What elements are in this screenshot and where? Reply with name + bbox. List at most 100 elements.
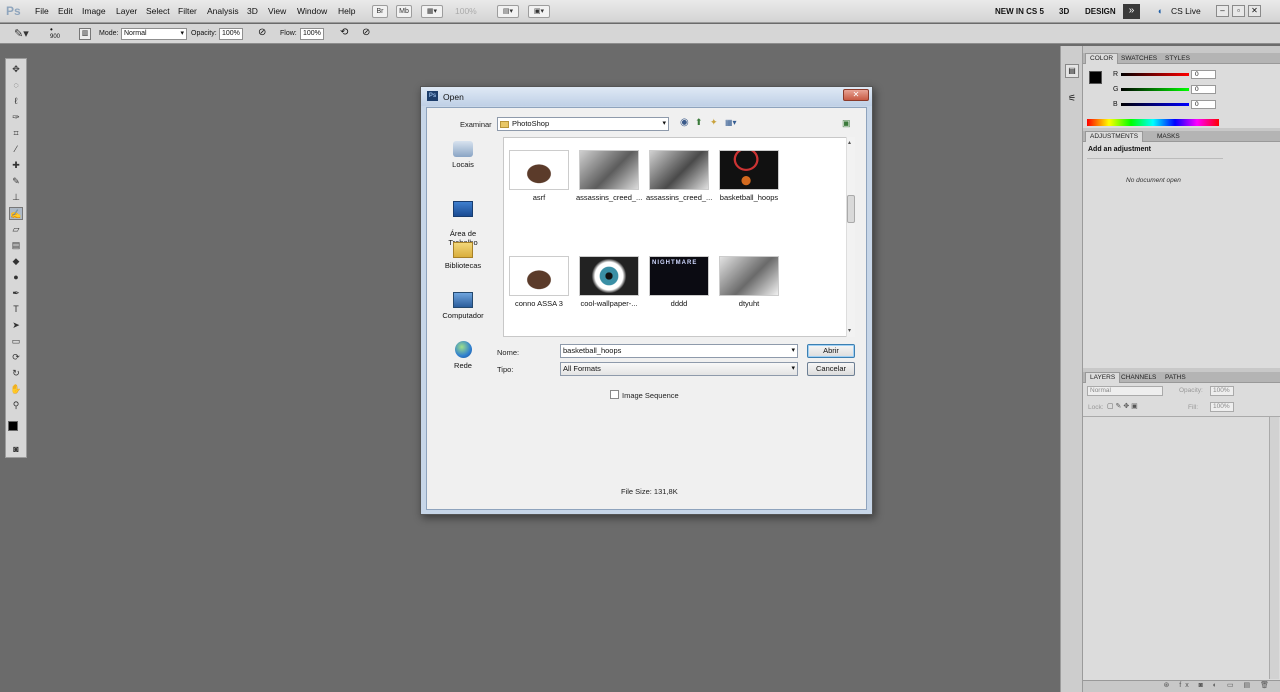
cancel-button[interactable]: Cancelar <box>807 362 855 376</box>
pressure-opacity-icon[interactable]: ⊘ <box>258 27 266 38</box>
place-network[interactable]: Rede <box>437 341 489 370</box>
healing-brush-tool-icon[interactable]: ✚ <box>9 159 23 172</box>
airbrush-icon[interactable]: ⟲ <box>340 27 348 38</box>
cs-live-menu[interactable]: CS Live <box>1171 6 1201 16</box>
place-computer[interactable]: Computador <box>437 292 489 320</box>
flow-input[interactable]: 100% <box>300 28 324 40</box>
restore-button[interactable]: ▫ <box>1232 5 1245 17</box>
file-thumbnail[interactable]: asrf <box>506 140 572 202</box>
gradient-tool-icon[interactable]: ▤ <box>9 239 23 252</box>
3d-rotate-tool-icon[interactable]: ⟳ <box>9 351 23 364</box>
file-name-input[interactable]: basketball_hoops ▾ <box>560 344 798 358</box>
menu-help[interactable]: Help <box>338 6 355 16</box>
tab-adjustments[interactable]: ADJUSTMENTS <box>1085 131 1144 142</box>
back-icon[interactable]: ◉ <box>680 117 689 128</box>
file-type-select[interactable]: All Formats ▾ <box>560 362 798 376</box>
tab-swatches[interactable]: SWATCHES <box>1117 54 1161 63</box>
image-sequence-checkbox[interactable] <box>610 390 619 399</box>
bridge-button[interactable]: Br <box>372 5 388 18</box>
zoom-level[interactable]: 100% <box>455 6 477 16</box>
menu-window[interactable]: Window <box>297 6 327 16</box>
opacity-input[interactable]: 100% <box>219 28 243 40</box>
actions-panel-icon[interactable]: ⚟ <box>1065 92 1079 106</box>
g-slider[interactable] <box>1121 88 1189 91</box>
workspace-new-in-cs5[interactable]: NEW IN CS 5 <box>995 7 1044 16</box>
3d-orbit-tool-icon[interactable]: ↻ <box>9 367 23 380</box>
layer-opacity-input[interactable]: 100% <box>1210 386 1234 396</box>
lock-icons[interactable]: ▢ ✎ ✥ ▣ <box>1107 402 1138 410</box>
brush-preview-icon[interactable]: • <box>50 25 53 34</box>
menu-layer[interactable]: Layer <box>116 6 137 16</box>
b-slider[interactable] <box>1121 103 1189 106</box>
tab-channels[interactable]: CHANNELS <box>1117 373 1160 382</box>
quick-mask-icon[interactable]: ◙ <box>9 443 23 456</box>
quick-selection-tool-icon[interactable]: ✑ <box>9 111 23 124</box>
file-thumbnail[interactable]: assassins_creed_... <box>646 140 712 202</box>
look-in-select[interactable]: PhotoShop ▾ <box>497 117 669 131</box>
menu-edit[interactable]: Edit <box>58 6 73 16</box>
move-tool-icon[interactable]: ✥ <box>9 63 23 76</box>
file-thumbnail[interactable]: conno ASSA 3 <box>506 238 572 308</box>
eraser-tool-icon[interactable]: ▱ <box>9 223 23 236</box>
clone-stamp-tool-icon[interactable]: ⊥ <box>9 191 23 204</box>
history-panel-icon[interactable]: ▤ <box>1065 64 1079 78</box>
dialog-close-button[interactable]: ✕ <box>843 89 869 101</box>
view-menu-icon[interactable]: ▦▾ <box>725 118 737 127</box>
menu-filter[interactable]: Filter <box>178 6 197 16</box>
menu-select[interactable]: Select <box>146 6 170 16</box>
file-thumbnail[interactable]: assassins_creed_... <box>576 140 642 202</box>
tab-color[interactable]: COLOR <box>1085 53 1119 64</box>
place-recent[interactable]: Locais <box>437 141 489 169</box>
minimize-button[interactable]: – <box>1216 5 1229 17</box>
zoom-tool-icon[interactable]: ⚲ <box>9 399 23 412</box>
path-selection-tool-icon[interactable]: ➤ <box>9 319 23 332</box>
eyedropper-tool-icon[interactable]: ⁄ <box>9 143 23 156</box>
workspace-3d[interactable]: 3D <box>1059 7 1069 16</box>
place-desktop[interactable]: Área de Trabalho <box>437 192 489 247</box>
color-ramp[interactable] <box>1087 119 1219 126</box>
brush-tool-icon-side[interactable]: ✎ <box>9 175 23 188</box>
foreground-color-chip[interactable] <box>1089 71 1102 84</box>
open-button[interactable]: Abrir <box>807 344 855 358</box>
marquee-tool-icon[interactable]: ◌ <box>9 79 23 92</box>
pressure-size-icon[interactable]: ⊘ <box>362 27 370 38</box>
menu-file[interactable]: File <box>35 6 49 16</box>
g-value[interactable]: 0 <box>1191 85 1216 94</box>
file-thumbnail[interactable]: dtyuht <box>716 238 782 308</box>
minibridge-button[interactable]: Mb <box>396 5 412 18</box>
new-folder-icon[interactable]: ✦ <box>710 117 718 128</box>
scroll-down-icon[interactable]: ▾ <box>848 327 851 334</box>
crop-tool-icon[interactable]: ⌗ <box>9 127 23 140</box>
extras-button[interactable]: ▦▾ <box>421 5 443 18</box>
workspace-design[interactable]: DESIGN <box>1085 7 1116 16</box>
menu-image[interactable]: Image <box>82 6 106 16</box>
type-tool-icon[interactable]: T <box>9 303 23 316</box>
pen-tool-icon[interactable]: ✒ <box>9 287 23 300</box>
place-libraries[interactable]: Bibliotecas <box>437 242 489 270</box>
shape-tool-icon[interactable]: ▭ <box>9 335 23 348</box>
r-value[interactable]: 0 <box>1191 70 1216 79</box>
close-button[interactable]: ✕ <box>1248 5 1261 17</box>
scroll-thumb[interactable] <box>847 195 855 223</box>
tab-styles[interactable]: STYLES <box>1161 54 1194 63</box>
tab-layers[interactable]: LAYERS <box>1085 372 1121 383</box>
history-brush-tool-icon[interactable]: ✍ <box>9 207 23 220</box>
tab-paths[interactable]: PATHS <box>1161 373 1190 382</box>
layers-scrollbar[interactable] <box>1269 417 1279 679</box>
screen-mode-button[interactable]: ▣▾ <box>528 5 550 18</box>
brush-tool-icon[interactable]: ✎▾ <box>14 27 29 40</box>
blur-tool-icon[interactable]: ◆ <box>9 255 23 268</box>
tab-masks[interactable]: MASKS <box>1153 132 1184 141</box>
brush-panel-icon[interactable]: ▥ <box>79 28 91 40</box>
file-thumbnail[interactable]: cool-wallpaper-... <box>576 238 642 308</box>
arrange-documents-button[interactable]: ▤▾ <box>497 5 519 18</box>
file-thumbnail[interactable]: NIGHTMARE dddd <box>646 238 712 308</box>
blend-mode-select[interactable]: Normal <box>1087 386 1163 396</box>
file-list-scrollbar[interactable]: ▴ ▾ <box>846 137 855 337</box>
b-value[interactable]: 0 <box>1191 100 1216 109</box>
file-thumbnail[interactable]: basketball_hoops <box>714 136 784 210</box>
fill-input[interactable]: 100% <box>1210 402 1234 412</box>
scroll-up-icon[interactable]: ▴ <box>848 139 851 146</box>
menu-3d[interactable]: 3D <box>247 6 258 16</box>
menu-view[interactable]: View <box>268 6 286 16</box>
